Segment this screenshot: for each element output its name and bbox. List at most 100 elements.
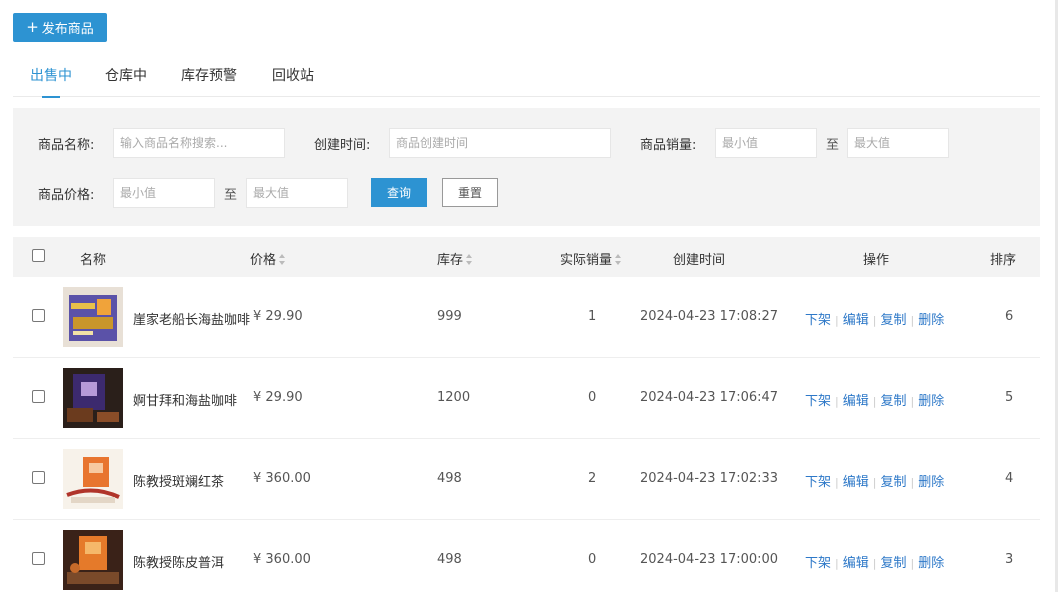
table-row: 陈教授陈皮普洱 ¥ 360.00 498 0 2024-04-23 17:00:… [13,520,1040,592]
action-divider: | [910,476,915,489]
action-divider: | [872,395,877,408]
tab-in-warehouse[interactable]: 仓库中 [105,65,147,97]
product-created: 2024-04-23 17:08:27 [640,309,779,324]
product-created: 2024-04-23 17:00:00 [640,552,779,567]
header-price[interactable]: 价格 [250,249,286,268]
product-sales: 0 [588,552,597,567]
product-price: ¥ 360.00 [253,471,311,486]
product-thumbnail[interactable] [63,368,123,428]
off-shelf-link[interactable]: 下架 [805,313,831,328]
action-divider: | [872,557,877,570]
product-thumbnail[interactable] [63,287,123,347]
row-actions: 下架 | 编辑 | 复制 | 删除 [805,471,944,490]
row-actions: 下架 | 编辑 | 复制 | 删除 [805,309,944,328]
table-row: 陈教授斑斓红茶 ¥ 360.00 498 2 2024-04-23 17:02:… [13,439,1040,520]
copy-link[interactable]: 复制 [880,475,906,490]
product-sort: 4 [1005,471,1014,486]
publish-product-label: 发布商品 [41,22,94,37]
tab-recycle-bin[interactable]: 回收站 [272,65,314,97]
status-tabs: 出售中 仓库中 库存预警 回收站 [13,60,1040,98]
sales-label: 商品销量: [640,138,697,153]
row-actions: 下架 | 编辑 | 复制 | 删除 [805,552,944,571]
sort-icon [615,254,622,265]
sales-range-separator: 至 [826,138,840,153]
row-checkbox[interactable] [32,390,45,403]
table-header: 名称 价格 库存 实际销量 创建时间 操作 排序 [13,237,1040,277]
product-sales: 0 [588,390,597,405]
product-sort: 3 [1005,552,1014,567]
copy-link[interactable]: 复制 [880,313,906,328]
product-thumbnail[interactable] [63,530,123,590]
off-shelf-link[interactable]: 下架 [805,556,831,571]
table-row: 婀甘拜和海盐咖啡 ¥ 29.90 1200 0 2024-04-23 17:06… [13,358,1040,439]
delete-link[interactable]: 删除 [918,313,944,328]
product-name[interactable]: 崖家老船长海盐咖啡 [133,309,250,328]
copy-link[interactable]: 复制 [880,556,906,571]
edit-link[interactable]: 编辑 [843,475,869,490]
price-range-separator: 至 [224,188,238,203]
action-divider: | [872,314,877,327]
table-row: 崖家老船长海盐咖啡 ¥ 29.90 999 1 2024-04-23 17:08… [13,277,1040,358]
delete-link[interactable]: 删除 [918,394,944,409]
header-actions: 操作 [863,253,890,268]
create-time-input[interactable] [389,128,611,158]
action-divider: | [910,557,915,570]
off-shelf-link[interactable]: 下架 [805,394,831,409]
product-thumbnail[interactable] [63,449,123,509]
header-sales[interactable]: 实际销量 [560,249,622,268]
create-time-label: 创建时间: [314,138,371,153]
edit-link[interactable]: 编辑 [843,313,869,328]
delete-link[interactable]: 删除 [918,556,944,571]
sales-max-input[interactable] [847,128,949,158]
row-actions: 下架 | 编辑 | 复制 | 删除 [805,390,944,409]
select-all-checkbox[interactable] [32,249,45,262]
edit-link[interactable]: 编辑 [843,394,869,409]
price-label: 商品价格: [38,188,95,203]
off-shelf-link[interactable]: 下架 [805,475,831,490]
action-divider: | [872,476,877,489]
product-name-input[interactable] [113,128,285,158]
product-stock: 999 [437,309,462,324]
delete-link[interactable]: 删除 [918,475,944,490]
action-divider: | [910,314,915,327]
product-sales: 1 [588,309,597,324]
edit-link[interactable]: 编辑 [843,556,869,571]
tab-stock-warning[interactable]: 库存预警 [181,65,237,97]
product-name[interactable]: 陈教授陈皮普洱 [133,552,224,571]
product-stock: 498 [437,552,462,567]
header-stock[interactable]: 库存 [437,249,473,268]
header-created: 创建时间 [673,253,726,268]
price-max-input[interactable] [246,178,348,208]
action-divider: | [910,395,915,408]
product-sales: 2 [588,471,597,486]
sort-icon [466,254,473,265]
product-created: 2024-04-23 17:02:33 [640,471,779,486]
product-name[interactable]: 婀甘拜和海盐咖啡 [133,390,237,409]
row-checkbox[interactable] [32,552,45,565]
action-divider: | [835,476,839,489]
copy-link[interactable]: 复制 [880,394,906,409]
sort-icon [279,254,286,265]
product-stock: 1200 [437,390,471,405]
sales-min-input[interactable] [715,128,817,158]
product-sort: 6 [1005,309,1014,324]
product-stock: 498 [437,471,462,486]
product-name-label: 商品名称: [38,138,95,153]
price-min-input[interactable] [113,178,215,208]
product-name[interactable]: 陈教授斑斓红茶 [133,471,224,490]
header-sort: 排序 [990,253,1017,268]
reset-button[interactable]: 重置 [442,178,498,207]
row-checkbox[interactable] [32,471,45,484]
product-price: ¥ 29.90 [253,390,303,405]
plus-icon: + [26,18,39,36]
action-divider: | [835,314,839,327]
action-divider: | [835,395,839,408]
query-button[interactable]: 查询 [371,178,427,207]
tab-on-sale[interactable]: 出售中 [30,65,72,98]
product-price: ¥ 360.00 [253,552,311,567]
product-created: 2024-04-23 17:06:47 [640,390,779,405]
row-checkbox[interactable] [32,309,45,322]
publish-product-button[interactable]: + 发布商品 [13,13,107,42]
product-price: ¥ 29.90 [253,309,303,324]
header-name: 名称 [80,253,107,268]
